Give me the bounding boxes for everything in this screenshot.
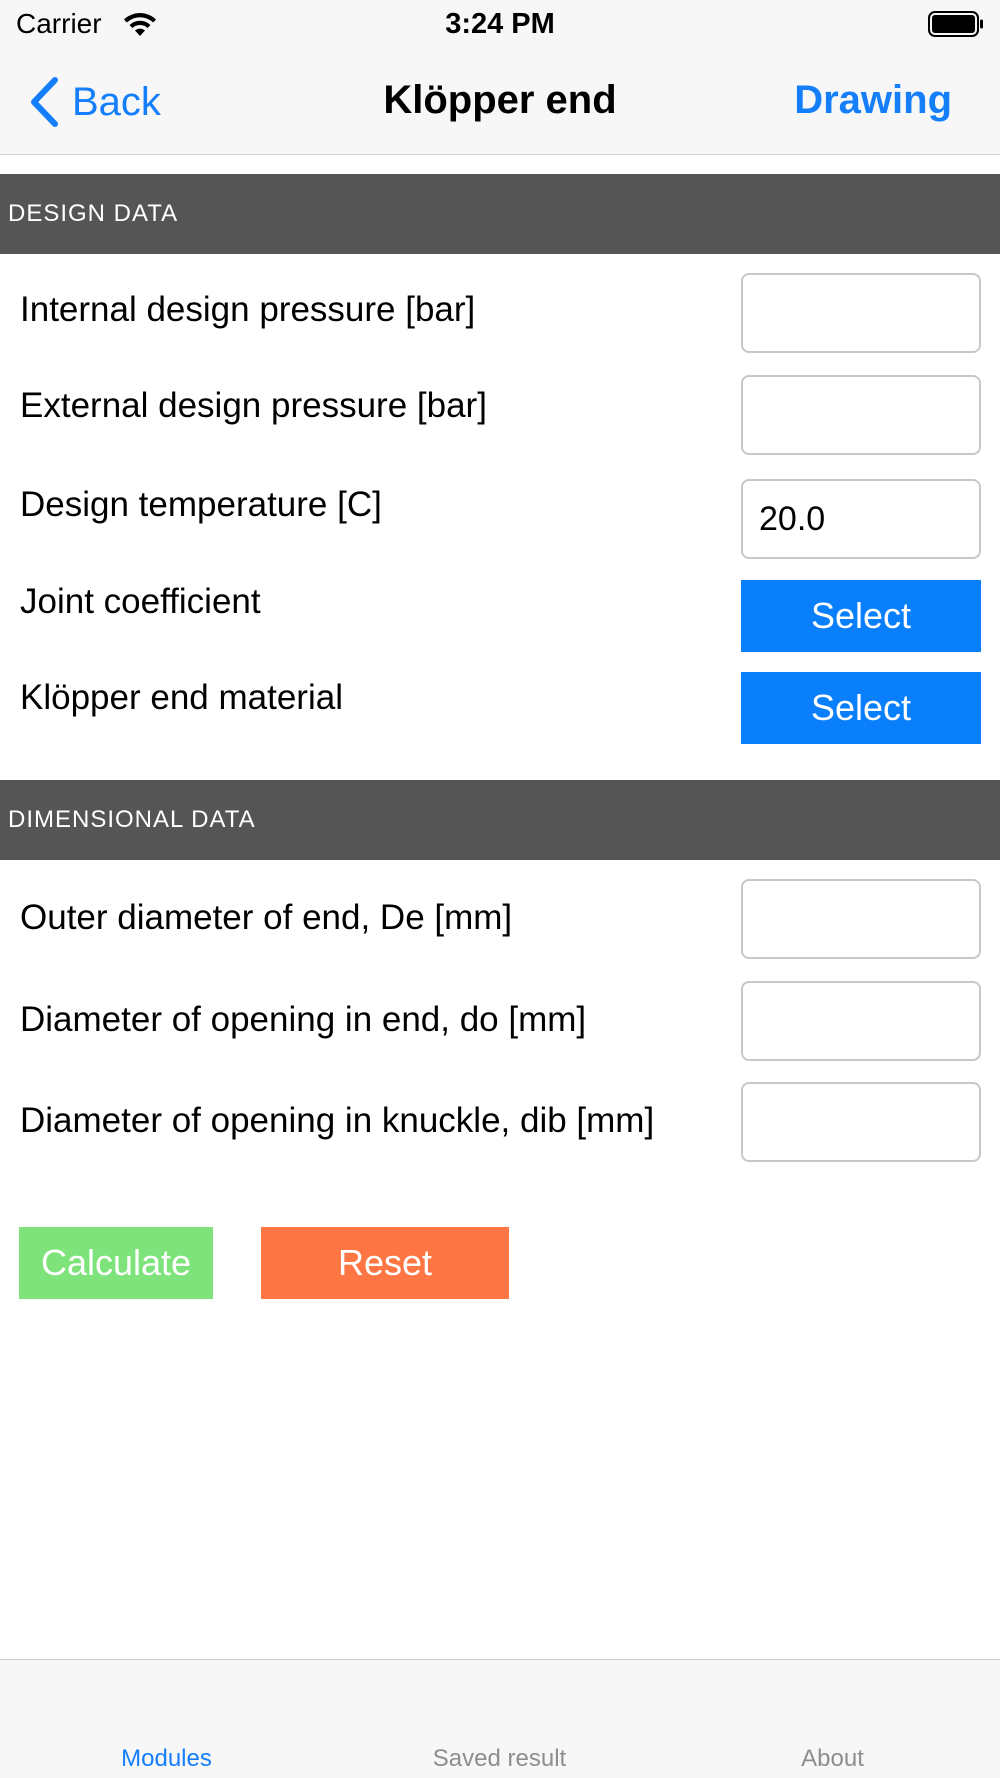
outer-diameter-input[interactable] — [741, 879, 981, 959]
tab-bar: Modules Saved result About — [0, 1659, 1000, 1778]
joint-coefficient-select-button[interactable]: Select — [741, 580, 981, 652]
drawing-button[interactable]: Drawing — [794, 78, 952, 123]
dimensional-data-header: DIMENSIONAL DATA — [0, 780, 1000, 860]
outer-diameter-label: Outer diameter of end, De [mm] — [20, 898, 513, 937]
opening-in-knuckle-label: Diameter of opening in knuckle, dib [mm] — [20, 1101, 655, 1140]
navigation-bar: Back Klöpper end Drawing — [0, 52, 1000, 155]
external-pressure-label: External design pressure [bar] — [20, 386, 487, 425]
clock: 3:24 PM — [445, 8, 555, 40]
design-temperature-label: Design temperature [C] — [20, 485, 382, 524]
design-data-header: DESIGN DATA — [0, 174, 1000, 254]
status-bar: Carrier 3:24 PM — [0, 0, 1000, 52]
klopper-material-select-button[interactable]: Select — [741, 672, 981, 744]
reset-button[interactable]: Reset — [261, 1227, 509, 1299]
calculate-button[interactable]: Calculate — [19, 1227, 213, 1299]
klopper-material-label: Klöpper end material — [20, 678, 343, 717]
internal-pressure-input[interactable] — [741, 273, 981, 353]
internal-pressure-label: Internal design pressure [bar] — [20, 290, 476, 329]
tab-modules[interactable]: Modules — [0, 1660, 333, 1778]
external-pressure-input[interactable] — [741, 375, 981, 455]
joint-coefficient-label: Joint coefficient — [20, 582, 261, 621]
battery-icon — [928, 11, 983, 37]
opening-in-knuckle-input[interactable] — [741, 1082, 981, 1162]
opening-in-end-label: Diameter of opening in end, do [mm] — [20, 1000, 587, 1039]
design-temperature-input[interactable] — [741, 479, 981, 559]
opening-in-end-input[interactable] — [741, 981, 981, 1061]
tab-about[interactable]: About — [666, 1660, 999, 1778]
tab-saved-result[interactable]: Saved result — [333, 1660, 666, 1778]
